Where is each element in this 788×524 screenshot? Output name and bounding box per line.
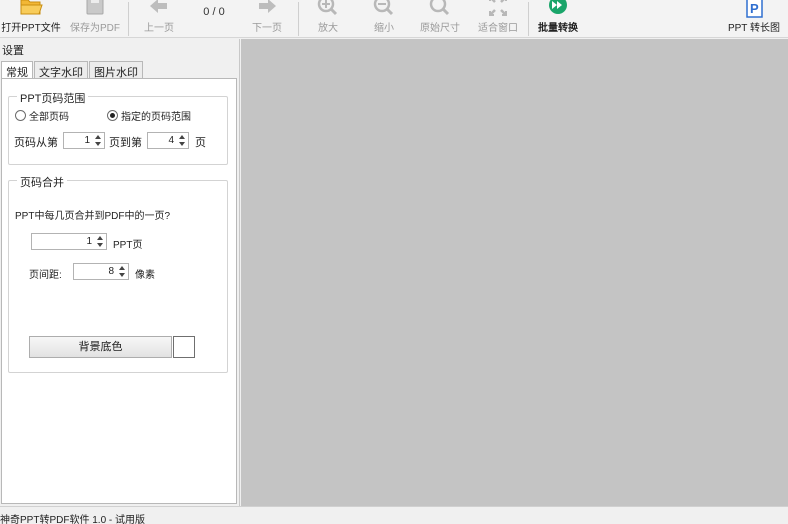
original-size-label: 原始尺寸 — [420, 23, 460, 34]
preview-area[interactable] — [241, 39, 788, 506]
prev-page-button[interactable]: 上一页 — [136, 0, 182, 38]
arrow-right-icon — [259, 0, 276, 13]
zoom-in-button[interactable]: 放大 — [306, 0, 350, 38]
folder-open-icon — [20, 0, 43, 15]
zoom-out-label: 缩小 — [374, 23, 394, 34]
magnifier-icon — [429, 0, 450, 16]
ppt-to-long-image-label: PPT 转长图 — [727, 23, 781, 34]
save-disk-icon — [86, 0, 104, 15]
toolbar-separator — [298, 2, 299, 36]
general-tab-body: PPT页码范围 全部页码 指定的页码范围 页码从第 1 页到第 4 页 页码合并… — [1, 78, 237, 504]
open-ppt-label: 打开PPT文件 — [1, 23, 61, 34]
merge-question: PPT中每几页合并到PDF中的一页? — [15, 211, 171, 222]
fit-window-icon — [489, 0, 507, 16]
spacing-stepper[interactable]: 8 — [73, 263, 129, 280]
zoom-out-button[interactable]: 缩小 — [362, 0, 406, 38]
spacing-unit: 像素 — [135, 270, 155, 281]
settings-panel: 设置 常规 文字水印 图片水印 PPT页码范围 全部页码 指定的页码范围 页码从… — [0, 39, 240, 506]
zoom-in-icon — [317, 0, 338, 16]
settings-title: 设置 — [2, 45, 24, 57]
fast-forward-icon — [549, 0, 567, 14]
settings-tabs: 常规 文字水印 图片水印 — [1, 61, 144, 79]
tab-image-watermark[interactable]: 图片水印 — [89, 61, 143, 79]
radio-specified-pages[interactable]: 指定的页码范围 — [107, 108, 191, 123]
ppt-document-icon: P — [746, 0, 763, 18]
radio-specified-pages-indicator — [107, 110, 118, 121]
toolbar-separator — [128, 2, 129, 36]
spacing-arrows[interactable] — [117, 264, 128, 279]
fit-window-button[interactable]: 适合窗口 — [472, 0, 524, 38]
original-size-button[interactable]: 原始尺寸 — [414, 0, 466, 38]
merge-count-stepper[interactable]: 1 — [31, 233, 107, 250]
radio-all-pages-indicator — [15, 110, 26, 121]
save-pdf-label: 保存为PDF — [70, 23, 120, 34]
batch-convert-label: 批量转换 — [538, 23, 578, 34]
merge-count-arrows[interactable] — [95, 234, 106, 249]
toolbar: 打开PPT文件 保存为PDF 上一页 0 / 0 下一页 放大 缩小 原始尺寸 … — [0, 0, 788, 38]
tab-general[interactable]: 常规 — [1, 61, 33, 79]
from-page-value: 1 — [84, 135, 90, 146]
radio-specified-pages-label: 指定的页码范围 — [121, 112, 191, 123]
status-text: 神奇PPT转PDF软件 1.0 - 试用版 — [0, 515, 146, 524]
toolbar-separator — [528, 2, 529, 36]
background-color-button[interactable]: 背景底色 — [29, 336, 172, 358]
page-indicator: 0 / 0 — [203, 6, 225, 18]
radio-all-pages[interactable]: 全部页码 — [15, 108, 69, 123]
spacing-value: 8 — [108, 266, 114, 277]
svg-text:P: P — [750, 1, 759, 16]
page-range-legend: PPT页码范围 — [17, 90, 89, 106]
merge-count-value: 1 — [86, 236, 92, 247]
page-unit-label: 页 — [195, 137, 206, 149]
fit-window-label: 适合窗口 — [478, 23, 518, 34]
from-page-arrows[interactable] — [93, 133, 104, 148]
to-page-stepper[interactable]: 4 — [147, 132, 189, 149]
radio-all-pages-label: 全部页码 — [29, 112, 69, 123]
status-bar: 神奇PPT转PDF软件 1.0 - 试用版 — [0, 506, 788, 524]
zoom-in-label: 放大 — [318, 23, 338, 34]
zoom-out-icon — [373, 0, 394, 16]
tab-text-watermark[interactable]: 文字水印 — [34, 61, 88, 79]
ppt-to-long-image-button[interactable]: P PPT 转长图 — [724, 0, 784, 38]
from-page-stepper[interactable]: 1 — [63, 132, 105, 149]
spacing-label: 页间距: — [29, 270, 62, 281]
to-page-value: 4 — [168, 135, 174, 146]
arrow-left-icon — [150, 0, 167, 13]
next-page-button[interactable]: 下一页 — [244, 0, 290, 38]
next-page-label: 下一页 — [252, 23, 282, 34]
open-ppt-button[interactable]: 打开PPT文件 — [0, 0, 62, 38]
from-page-label: 页码从第 — [14, 137, 58, 149]
to-page-arrows[interactable] — [177, 133, 188, 148]
page-range-group: PPT页码范围 全部页码 指定的页码范围 页码从第 1 页到第 4 页 — [8, 90, 228, 165]
to-page-label: 页到第 — [109, 137, 142, 149]
background-color-swatch[interactable] — [173, 336, 195, 358]
merge-count-unit: PPT页 — [113, 240, 143, 251]
page-merge-legend: 页码合并 — [17, 174, 67, 190]
prev-page-label: 上一页 — [144, 23, 174, 34]
batch-convert-button[interactable]: 批量转换 — [534, 0, 582, 38]
save-pdf-button[interactable]: 保存为PDF — [66, 0, 124, 38]
